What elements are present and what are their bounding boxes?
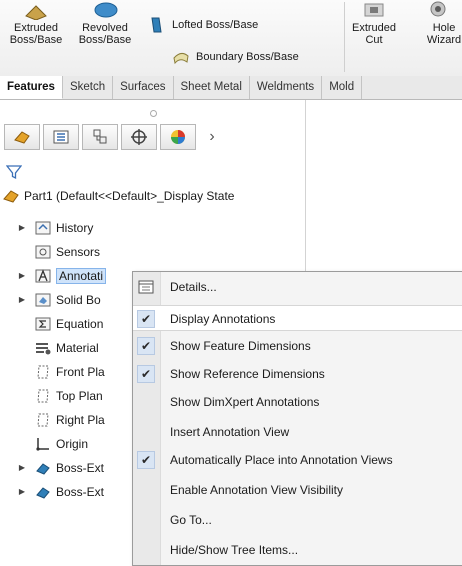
- annotations-context-menu: Details... ✔ Display Annotations ✔ Show …: [132, 271, 462, 566]
- extruded-cut-icon: [364, 3, 384, 17]
- checkmark-icon: ✔: [137, 365, 155, 383]
- expand-arrow-icon[interactable]: ▶: [18, 271, 26, 280]
- property-manager-tab[interactable]: [43, 124, 79, 150]
- lofted-boss-button[interactable]: Lofted Boss/Base: [148, 14, 258, 36]
- display-manager-tab[interactable]: [160, 124, 196, 150]
- expand-arrow-icon[interactable]: ▶: [18, 223, 26, 232]
- filter-icon[interactable]: [6, 164, 22, 180]
- menu-item-show-dimxpert-annotations[interactable]: Show DimXpert Annotations: [133, 389, 462, 415]
- boss-extrude-icon: [36, 463, 50, 475]
- tree-item-sensors[interactable]: Sensors: [34, 242, 100, 262]
- extruded-boss-button[interactable]: Extruded Boss/Base: [4, 22, 68, 46]
- hole-wizard-button[interactable]: Hole Wizard: [414, 22, 462, 46]
- tab-weldments[interactable]: Weldments: [250, 76, 323, 99]
- display-manager-icon: [171, 130, 185, 144]
- details-icon: [138, 280, 154, 294]
- tree-root-label: Part1 (Default<<Default>_Display State: [24, 189, 235, 203]
- tab-mold[interactable]: Mold: [322, 76, 363, 99]
- hole-wizard-label: Hole Wizard: [426, 22, 462, 46]
- tree-item-front-plane[interactable]: Front Pla: [34, 362, 105, 382]
- tab-features[interactable]: Features: [0, 76, 63, 99]
- feature-tree-icon: [14, 131, 30, 144]
- tree-item-history[interactable]: History: [34, 218, 93, 238]
- menu-item-display-annotations[interactable]: ✔ Display Annotations: [133, 305, 462, 331]
- more-tabs-chevron-icon[interactable]: ›: [199, 124, 225, 150]
- expand-arrow-icon[interactable]: ▶: [18, 487, 26, 496]
- part-icon: [3, 190, 19, 203]
- tab-surfaces[interactable]: Surfaces: [113, 76, 174, 99]
- checkmark-icon: ✔: [137, 451, 155, 469]
- checkmark-icon: ✔: [137, 337, 155, 355]
- revolved-boss-button[interactable]: Revolved Boss/Base: [72, 22, 138, 46]
- tree-root-part[interactable]: Part1 (Default<<Default>_Display State: [2, 186, 234, 206]
- extruded-boss-label: Extruded Boss/Base: [9, 22, 63, 46]
- menu-item-auto-place-annotation-views[interactable]: ✔ Automatically Place into Annotation Vi…: [133, 447, 462, 473]
- pane-splitter-handle[interactable]: [150, 110, 157, 117]
- material-icon: [36, 343, 51, 355]
- feature-tree-tab[interactable]: [4, 124, 40, 150]
- command-manager-tabs: Features Sketch Surfaces Sheet Metal Wel…: [0, 76, 462, 100]
- boundary-boss-icon: [173, 52, 189, 65]
- lofted-boss-icon: [151, 17, 162, 33]
- extruded-cut-button[interactable]: Extruded Cut: [346, 22, 402, 46]
- feature-manager-tabs: ›: [4, 124, 225, 154]
- extruded-cut-label: Extruded Cut: [351, 22, 397, 46]
- tree-item-material[interactable]: Material: [34, 338, 99, 358]
- menu-item-show-feature-dimensions[interactable]: ✔ Show Feature Dimensions: [133, 333, 462, 359]
- origin-icon: [36, 438, 49, 451]
- tree-item-boss-extrude-1[interactable]: Boss-Ext: [34, 458, 104, 478]
- lofted-boss-label: Lofted Boss/Base: [172, 19, 259, 31]
- boundary-boss-label: Boundary Boss/Base: [196, 51, 299, 63]
- checkmark-icon: ✔: [137, 310, 155, 328]
- tree-item-boss-extrude-2[interactable]: Boss-Ext: [34, 482, 104, 502]
- menu-item-insert-annotation-view[interactable]: Insert Annotation View: [133, 419, 462, 445]
- command-manager: Extruded Boss/Base Revolved Boss/Base Lo…: [0, 0, 462, 77]
- menu-item-show-reference-dimensions[interactable]: ✔ Show Reference Dimensions: [133, 361, 462, 387]
- configuration-manager-tab[interactable]: [82, 124, 118, 150]
- menu-item-details[interactable]: Details...: [133, 274, 462, 300]
- tree-item-solid-bodies[interactable]: Solid Bo: [34, 290, 101, 310]
- tree-item-right-plane[interactable]: Right Pla: [34, 410, 105, 430]
- solid-bodies-icon: [35, 293, 51, 307]
- extruded-boss-icon: [25, 5, 47, 20]
- tree-item-origin[interactable]: Origin: [34, 434, 88, 454]
- plane-icon: [37, 413, 49, 427]
- dimxpert-manager-tab[interactable]: [121, 124, 157, 150]
- expand-arrow-icon[interactable]: ▶: [18, 295, 26, 304]
- dimxpert-icon: [131, 129, 147, 145]
- boss-extrude-icon: [36, 487, 50, 499]
- hole-wizard-icon: [430, 1, 446, 17]
- configuration-manager-icon: [93, 129, 107, 144]
- property-manager-icon: [53, 130, 69, 144]
- expand-arrow-icon[interactable]: ▶: [18, 463, 26, 472]
- sensors-icon: [35, 245, 51, 259]
- boundary-boss-button[interactable]: Boundary Boss/Base: [172, 46, 299, 68]
- equations-icon: [35, 317, 51, 331]
- menu-item-hide-show-tree-items[interactable]: Hide/Show Tree Items...: [133, 537, 462, 563]
- plane-icon: [37, 365, 49, 379]
- revolved-boss-label: Revolved Boss/Base: [78, 22, 132, 46]
- tree-item-annotations[interactable]: Annotati: [34, 266, 107, 286]
- tree-item-equations[interactable]: Equation: [34, 314, 103, 334]
- menu-item-enable-annotation-view-visibility[interactable]: Enable Annotation View Visibility: [133, 477, 462, 503]
- tree-item-top-plane[interactable]: Top Plan: [34, 386, 103, 406]
- tab-sketch[interactable]: Sketch: [63, 76, 114, 99]
- menu-item-go-to[interactable]: Go To...: [133, 507, 462, 533]
- history-icon: [35, 221, 51, 235]
- tab-sheet-metal[interactable]: Sheet Metal: [174, 76, 250, 99]
- revolved-boss-icon: [94, 2, 118, 18]
- annotations-icon: [35, 269, 51, 283]
- plane-icon: [37, 389, 49, 403]
